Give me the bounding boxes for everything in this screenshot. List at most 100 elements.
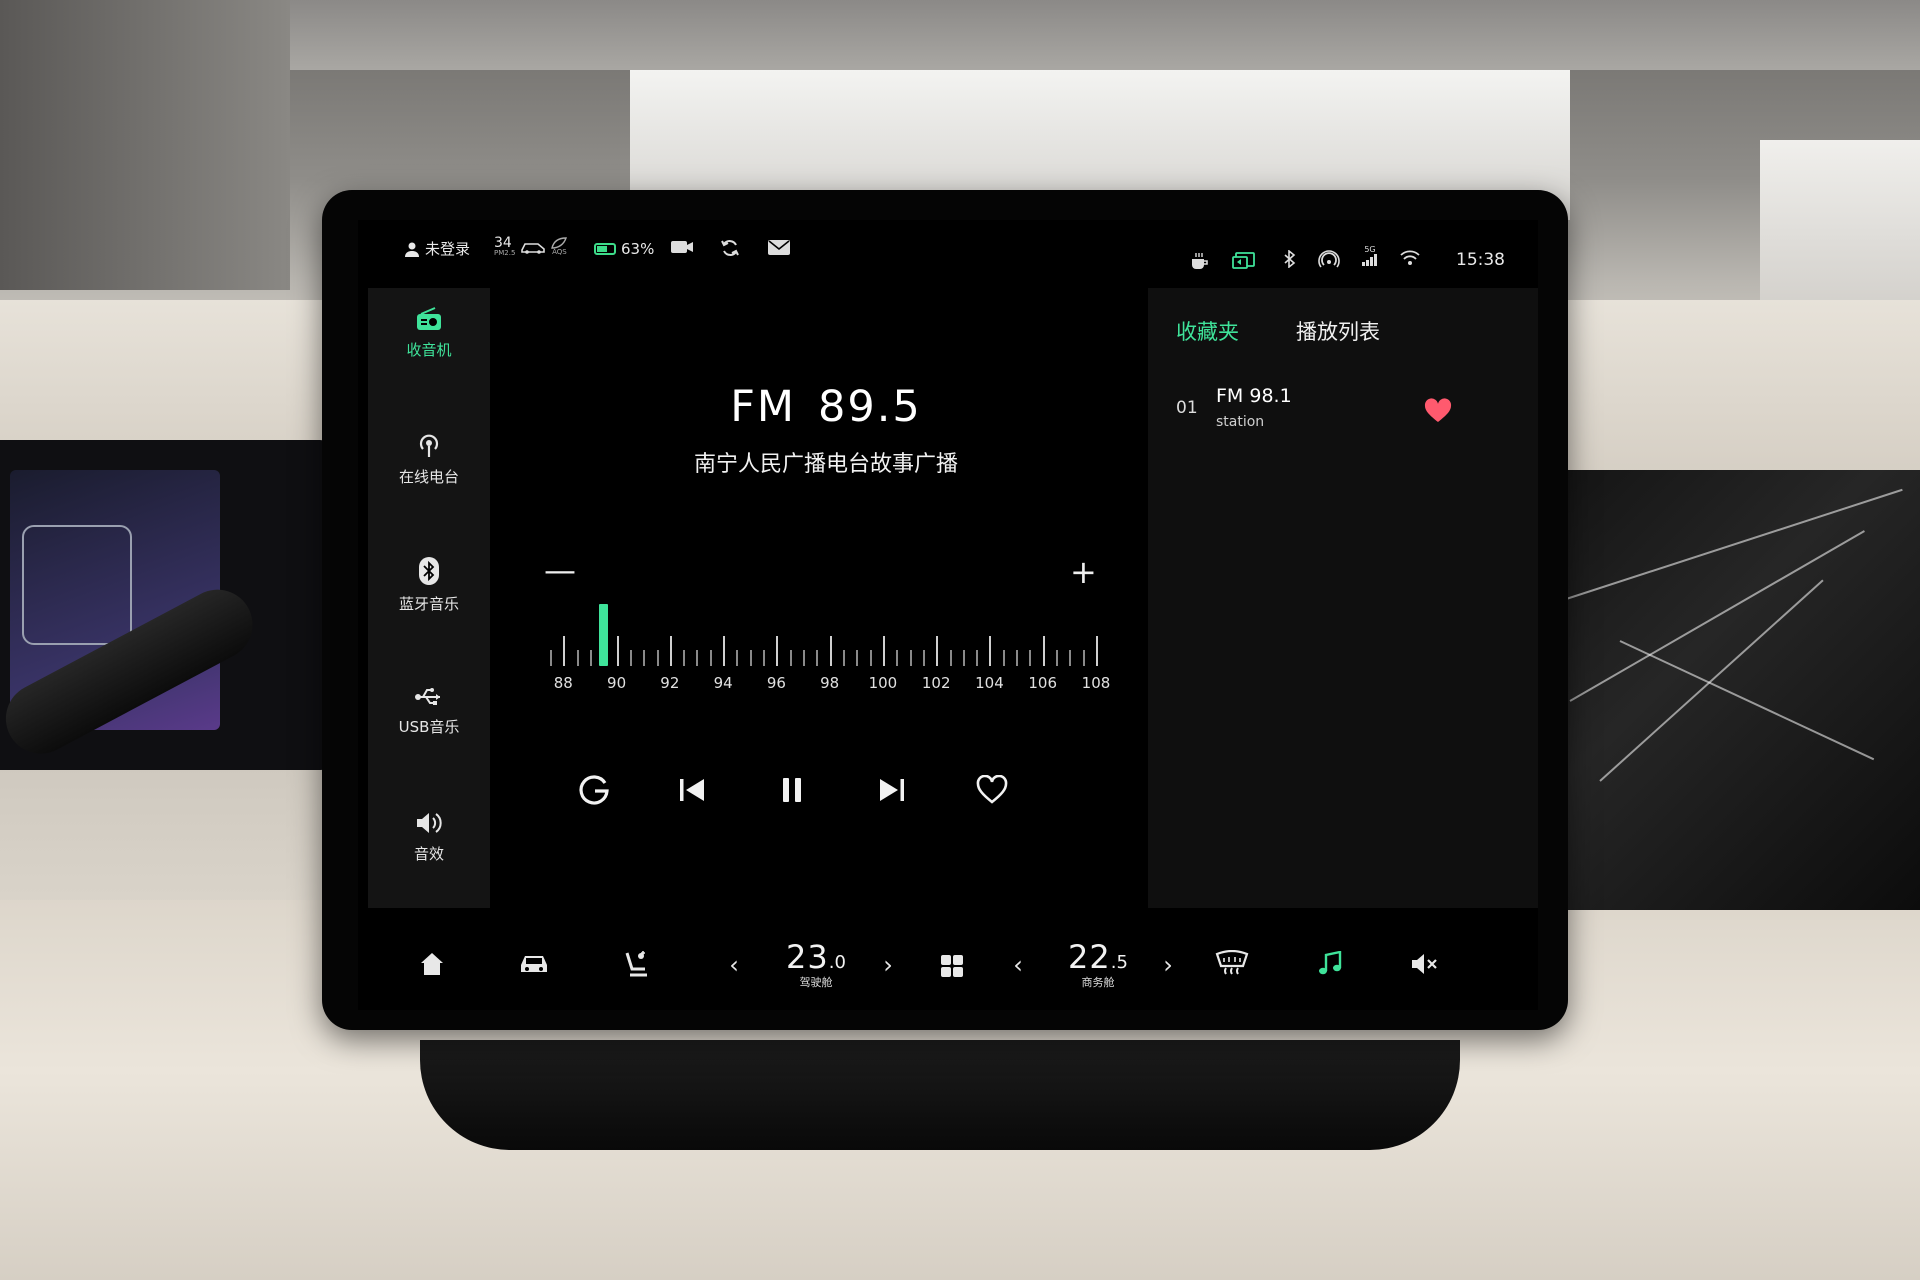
sidebar-item-sound-effects[interactable]: 音效 [368, 792, 490, 882]
tune-down-button[interactable]: — [544, 554, 576, 586]
rear-temp-up[interactable]: › [1158, 950, 1178, 980]
tune-up-button[interactable]: + [1070, 556, 1097, 588]
tab-favorites[interactable]: 收藏夹 [1176, 316, 1239, 346]
sidebar-item-radio[interactable]: 收音机 [368, 288, 490, 378]
camera-status[interactable] [670, 240, 694, 254]
driver-temperature: 23.0 驾驶舱 [764, 938, 868, 990]
sidebar-item-usb-music[interactable]: USB音乐 [368, 666, 490, 756]
seat-button[interactable] [616, 942, 656, 986]
pause-button[interactable] [770, 768, 814, 812]
bottom-bar: ‹ 23.0 驾驶舱 › ‹ 22.5 商务舱 › [358, 920, 1538, 1010]
dial-tick [616, 636, 619, 666]
car-icon [521, 956, 547, 972]
rear-temp-dec: 5 [1116, 952, 1128, 973]
air-quality: 34 PM2.5 AQS [494, 235, 568, 257]
previous-button[interactable] [670, 768, 714, 812]
pause-icon [783, 778, 801, 802]
sync-icon [721, 240, 739, 256]
dial-tick [869, 650, 872, 666]
driver-temp-up[interactable]: › [878, 950, 898, 980]
dial-tick [829, 636, 832, 666]
usb-icon [415, 687, 440, 705]
apps-button[interactable] [932, 946, 972, 986]
skip-next-icon [880, 779, 904, 801]
pm25-value: 34 [494, 235, 512, 251]
infotainment-screen: 未登录 34 PM2.5 AQS 63% 5G 15:38 收音机 在线电台 蓝… [358, 220, 1538, 1010]
driver-temp-dec: 0 [834, 952, 846, 973]
dial-tick-label: 90 [607, 674, 627, 692]
dial-tick [856, 650, 859, 666]
defrost-button[interactable] [1210, 944, 1254, 984]
dial-tick-label: 100 [868, 674, 898, 692]
clock: 15:38 [1456, 250, 1505, 270]
battery-percent: 63% [621, 240, 655, 258]
dial-tick [709, 650, 712, 666]
sidebar-item-label: USB音乐 [398, 717, 460, 736]
favorite-button[interactable] [970, 768, 1014, 812]
dial-tick [736, 650, 739, 666]
dial-tick-label: 96 [766, 674, 786, 692]
speaker-icon [417, 812, 442, 833]
bluetooth-status [1284, 250, 1296, 268]
pm25-unit: PM2.5 [494, 249, 516, 257]
tab-playlist[interactable]: 播放列表 [1296, 316, 1380, 346]
ceiling [290, 0, 1920, 70]
rear-temp-down[interactable]: ‹ [1008, 950, 1028, 980]
vehicle-button[interactable] [512, 944, 556, 984]
sidebar-item-label: 在线电台 [398, 467, 459, 486]
skip-previous-icon [680, 779, 704, 801]
car-air-icon [521, 242, 546, 254]
driver-temp-int: 23 [786, 938, 829, 976]
dial-tick [683, 650, 686, 666]
coffee-status[interactable] [1190, 252, 1210, 270]
dial-tick-label: 104 [975, 674, 1004, 692]
sync-status[interactable] [720, 238, 740, 258]
air-vent [420, 1040, 1460, 1150]
wifi-status [1400, 250, 1420, 266]
heart-filled-icon[interactable] [1424, 398, 1452, 424]
user-icon [405, 242, 419, 257]
rear-temperature: 22.5 商务舱 [1046, 938, 1150, 990]
dial-tick [1002, 650, 1005, 666]
projection-status[interactable] [1232, 252, 1256, 270]
dial-tick [776, 636, 779, 666]
scan-icon [579, 775, 609, 805]
sidebar-item-online-radio[interactable]: 在线电台 [368, 414, 490, 504]
favorite-subtitle: station [1216, 414, 1265, 430]
pillar [0, 0, 290, 290]
dial-tick [842, 650, 845, 666]
frequency-dial[interactable]: 88 90 92 94 96 98 100 102 104 106 108 [536, 600, 1110, 730]
dial-needle[interactable] [599, 604, 609, 666]
dial-tick [989, 636, 992, 666]
mail-icon [768, 240, 790, 255]
coffee-icon [1192, 253, 1208, 269]
signal-label: 5G [1364, 245, 1376, 254]
battery-icon [594, 243, 616, 255]
mute-button[interactable] [1404, 944, 1444, 984]
bluetooth-status-icon [1284, 250, 1296, 268]
signal-icon [1362, 254, 1377, 266]
frequency-value: 89.5 [818, 382, 922, 432]
dial-tick [550, 650, 552, 666]
driver-temp-down[interactable]: ‹ [724, 950, 744, 980]
dial-tick-label: 94 [713, 674, 733, 692]
sidebar-item-bluetooth-music[interactable]: 蓝牙音乐 [368, 540, 490, 630]
user-login[interactable]: 未登录 [404, 238, 470, 259]
search-button[interactable] [572, 768, 616, 812]
dial-tick [749, 650, 752, 666]
dial-tick [576, 650, 579, 666]
music-button[interactable] [1310, 944, 1350, 984]
battery-status: 63% [594, 240, 654, 258]
next-button[interactable] [870, 768, 914, 812]
message-status[interactable] [768, 240, 790, 255]
dial-tick-label: 92 [660, 674, 680, 692]
dial-tick [643, 650, 646, 666]
dial-tick [763, 650, 766, 666]
dial-tick [723, 636, 726, 666]
source-sidebar: 收音机 在线电台 蓝牙音乐 USB音乐 音效 [368, 288, 490, 908]
favorite-frequency[interactable]: FM 98.1 [1216, 385, 1292, 407]
dial-tick [1016, 650, 1019, 666]
bluetooth-icon [419, 556, 439, 585]
dial-tick [789, 650, 792, 666]
home-button[interactable] [412, 944, 452, 984]
